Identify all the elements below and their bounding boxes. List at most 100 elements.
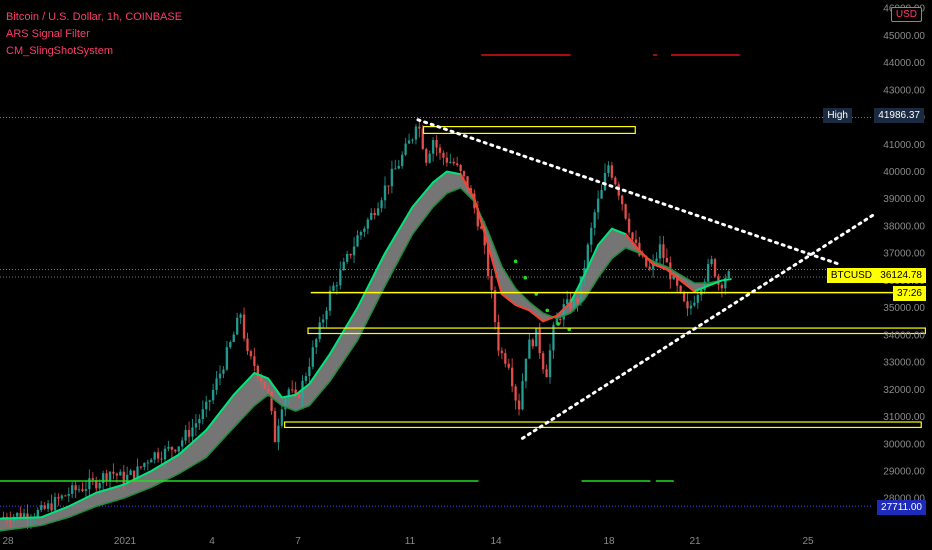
- candle-body: [390, 168, 394, 187]
- candle-body: [290, 389, 294, 391]
- candle-body: [81, 489, 84, 491]
- candle-body: [504, 353, 507, 364]
- yellow-zone-box: [284, 421, 922, 429]
- candle-body: [517, 400, 521, 410]
- candle-body: [232, 334, 235, 342]
- candle-body: [658, 244, 662, 259]
- candle-body: [46, 503, 50, 509]
- candle-body: [235, 317, 239, 335]
- candle-body: [119, 471, 122, 476]
- y-tick-label: 33000.00: [883, 358, 925, 369]
- y-tick-label: 41000.00: [883, 140, 925, 151]
- candle-body: [339, 270, 342, 286]
- x-tick-label: 2021: [114, 536, 137, 547]
- candle-body: [373, 212, 376, 216]
- candle-body: [328, 290, 332, 311]
- y-tick-label: 39000.00: [883, 194, 925, 205]
- candle-body: [74, 485, 77, 491]
- indicator-slingshot-label[interactable]: CM_SlingShotSystem: [6, 43, 182, 60]
- candle-body: [36, 509, 40, 517]
- candle-body: [624, 204, 627, 219]
- candle-body: [349, 254, 352, 256]
- candle-body: [462, 171, 466, 177]
- candle-body: [418, 126, 421, 129]
- candle-body: [500, 350, 504, 354]
- candle-body: [108, 471, 112, 481]
- candle-body: [246, 338, 249, 352]
- candle-body: [713, 259, 717, 277]
- candle-body: [397, 165, 400, 169]
- candle-body: [634, 239, 638, 243]
- last-price-tag: 36124.78: [876, 268, 926, 283]
- axes-group: 46000.0045000.0044000.0043000.0042000.00…: [2, 4, 925, 547]
- candle-body: [50, 503, 53, 511]
- candle-body: [187, 430, 191, 437]
- y-tick-label: 31000.00: [883, 412, 925, 423]
- y-tick-label: 30000.00: [883, 439, 925, 450]
- candle-body: [442, 152, 445, 158]
- candle-body: [156, 452, 160, 459]
- candle-body: [370, 212, 373, 220]
- candle-body: [318, 322, 321, 340]
- x-tick-label: 7: [295, 536, 301, 547]
- candle-body: [253, 356, 256, 366]
- candle-body: [167, 446, 170, 449]
- candle-body: [222, 369, 225, 374]
- candle-body: [693, 302, 696, 306]
- y-tick-label: 43000.00: [883, 85, 925, 96]
- currency-badge[interactable]: USD: [890, 7, 922, 22]
- candle-body: [174, 449, 177, 452]
- candle-body: [607, 165, 610, 174]
- candle-body: [201, 409, 205, 420]
- candle-body: [497, 322, 500, 351]
- x-tick-label: 11: [405, 536, 416, 547]
- candle-body: [407, 140, 411, 144]
- signal-bars: [0, 54, 740, 482]
- candle-body: [163, 448, 167, 460]
- candle-body: [590, 227, 593, 245]
- candle-body: [211, 389, 215, 401]
- candle-body: [603, 173, 607, 190]
- candle-body: [143, 462, 146, 467]
- yellow-zone-box: [307, 327, 926, 335]
- candle-body: [600, 189, 603, 199]
- price-chart[interactable]: 46000.0045000.0044000.0043000.0042000.00…: [0, 0, 932, 550]
- candle-body: [445, 157, 449, 163]
- candle-body: [260, 377, 263, 382]
- candle-body: [266, 388, 270, 392]
- candle-body: [710, 259, 713, 265]
- candle-body: [325, 310, 328, 320]
- candle-body: [263, 381, 266, 389]
- candle-body: [356, 235, 359, 247]
- candle-body: [706, 264, 710, 282]
- candle-body: [363, 228, 366, 232]
- candle-body: [297, 394, 301, 398]
- candle-body: [459, 164, 462, 172]
- candle-body: [614, 177, 617, 185]
- candle-body: [627, 218, 631, 233]
- candle-body: [662, 244, 665, 258]
- candle-body: [15, 512, 19, 517]
- candle-body: [720, 284, 724, 289]
- candle-body: [242, 314, 246, 339]
- candle-body: [91, 478, 95, 480]
- symbol-title[interactable]: Bitcoin / U.S. Dollar, 1h, COINBASE: [6, 9, 182, 26]
- candle-body: [431, 140, 435, 154]
- y-tick-label: 38000.00: [883, 221, 925, 232]
- candle-body: [332, 285, 335, 291]
- candle-body: [727, 271, 730, 279]
- candle-body: [105, 473, 108, 481]
- candle-body: [452, 161, 455, 164]
- candle-body: [342, 261, 345, 271]
- candle-body: [205, 401, 208, 410]
- candle-body: [184, 430, 187, 441]
- candle-body: [84, 489, 88, 491]
- x-tick-label: 28: [2, 536, 14, 547]
- candle-body: [146, 462, 150, 464]
- indicator-ars-label[interactable]: ARS Signal Filter: [6, 26, 182, 43]
- candle-body: [26, 513, 29, 520]
- candle-body: [521, 381, 524, 410]
- candle-body: [359, 231, 363, 236]
- candle-body: [345, 254, 349, 262]
- candle-body: [64, 495, 67, 497]
